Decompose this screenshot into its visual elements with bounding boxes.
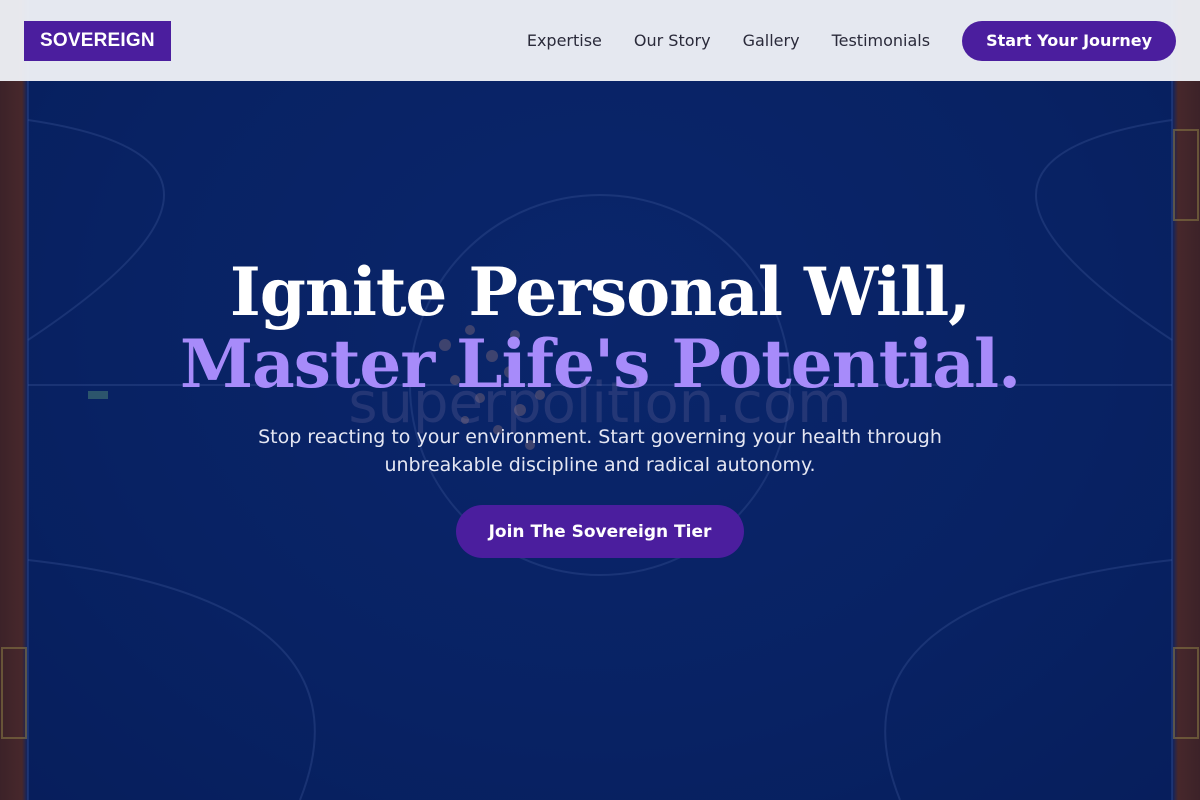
hero-subtext: Stop reacting to your environment. Start…: [258, 426, 942, 476]
hero-section: Ignite Personal Will, Master Life's Pote…: [0, 81, 1200, 800]
nav-link-expertise[interactable]: Expertise: [527, 31, 602, 50]
join-sovereign-tier-button[interactable]: Join The Sovereign Tier: [456, 505, 744, 558]
nav-link-our-story[interactable]: Our Story: [634, 31, 711, 50]
hero-headline-line1: Ignite Personal Will,: [229, 253, 971, 331]
site-header: SOVEREIGN Expertise Our Story Gallery Te…: [0, 0, 1200, 81]
main-nav: Expertise Our Story Gallery Testimonials…: [527, 20, 1176, 61]
start-journey-button[interactable]: Start Your Journey: [962, 20, 1176, 61]
nav-link-gallery[interactable]: Gallery: [743, 31, 800, 50]
nav-link-testimonials[interactable]: Testimonials: [832, 31, 931, 50]
brand-logo[interactable]: SOVEREIGN: [24, 20, 171, 61]
